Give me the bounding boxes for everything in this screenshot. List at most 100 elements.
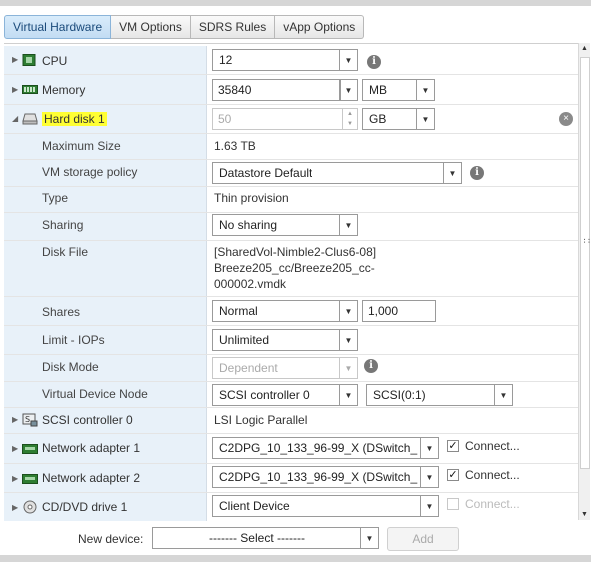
network-adapter-1-label: Network adapter 1 (42, 441, 141, 455)
expand-network-2-icon[interactable]: ▶ (12, 474, 18, 483)
chevron-down-icon: ▼ (420, 467, 438, 487)
memory-label: Memory (42, 83, 86, 97)
storage-policy-select[interactable]: Datastore Default ▼ (212, 162, 462, 184)
storage-policy-row: VM storage policy Datastore Default ▼ i (4, 160, 578, 187)
chevron-down-icon: ▼ (420, 496, 438, 516)
hard-disk-label: Hard disk 1 (42, 112, 107, 126)
network-1-connect-label: Connect... (465, 439, 520, 453)
expand-scsi-icon[interactable]: ▶ (12, 415, 18, 424)
scroll-up-icon[interactable]: ▲ (579, 45, 590, 52)
max-size-row: Maximum Size 1.63 TB (4, 134, 578, 160)
disk-mode-label: Disk Mode (42, 360, 99, 374)
vdn-slot-select[interactable]: SCSI(0:1) ▼ (366, 384, 513, 406)
shares-level-select[interactable]: Normal ▼ (212, 300, 358, 322)
limit-iops-label: Limit - IOPs (42, 333, 105, 347)
chevron-down-icon: ▼ (339, 301, 357, 321)
memory-unit-select[interactable]: MB ▼ (362, 79, 435, 101)
scsi-controller-row: ▶ S SCSI controller 0 LSI Logic Parallel (4, 408, 578, 434)
disk-file-row: Disk File [SharedVol-Nimble2-Clus6-08] B… (4, 241, 578, 297)
shares-value-input[interactable]: 1,000 (362, 300, 436, 322)
limit-iops-select[interactable]: Unlimited ▼ (212, 329, 358, 351)
vertical-scrollbar[interactable]: ▲ ▼ (578, 43, 590, 520)
network-2-select[interactable]: C2DPG_10_133_96-99_X (DSwitch_ ▼ (212, 466, 439, 488)
hard-disk-icon (22, 113, 38, 125)
virtual-device-node-label: Virtual Device Node (42, 387, 148, 401)
chevron-down-icon: ▼ (360, 528, 378, 548)
add-button[interactable]: Add (387, 527, 459, 551)
cpu-icon (22, 54, 36, 66)
max-size-label: Maximum Size (42, 139, 121, 153)
storage-policy-info-icon[interactable]: i (470, 166, 484, 180)
chevron-down-icon: ▼ (339, 50, 357, 70)
scsi-controller-value: LSI Logic Parallel (214, 413, 308, 427)
virtual-device-node-row: Virtual Device Node SCSI controller 0 ▼ … (4, 382, 578, 408)
svg-text:S: S (25, 415, 30, 424)
type-row: Type Thin provision (4, 187, 578, 213)
disk-mode-row: Disk Mode Dependent ▼ i (4, 355, 578, 382)
hard-disk-unit-select[interactable]: GB ▼ (362, 108, 435, 130)
disk-mode-info-icon[interactable]: i (364, 359, 378, 373)
network-2-connect-checkbox[interactable]: ✓ (447, 469, 459, 481)
storage-policy-label: VM storage policy (42, 165, 138, 179)
size-spinner[interactable]: ▲ ▼ (342, 109, 357, 129)
network-adapter-2-label: Network adapter 2 (42, 471, 141, 485)
chevron-down-icon: ▼ (339, 215, 357, 235)
cd-dvd-row: ▶ CD/DVD drive 1 Client Device ▼ Connect… (4, 493, 578, 521)
hard-disk-row: ◢ Hard disk 1 50 ▲ ▼ GB ▼ × (4, 105, 578, 134)
network-1-select[interactable]: C2DPG_10_133_96-99_X (DSwitch_ ▼ (212, 437, 439, 459)
disk-file-line-1: [SharedVol-Nimble2-Clus6-08] (214, 245, 377, 259)
memory-icon (22, 85, 38, 94)
network-adapter-icon (22, 474, 38, 484)
network-1-connect-checkbox[interactable]: ✓ (447, 440, 459, 452)
chevron-down-icon: ▼ (494, 385, 512, 405)
expand-memory-icon[interactable]: ▶ (12, 85, 18, 94)
shares-row: Shares Normal ▼ 1,000 (4, 297, 578, 326)
scrollbar-thumb[interactable] (580, 57, 590, 469)
chevron-down-icon: ▼ (420, 438, 438, 458)
memory-preset-dropdown[interactable]: ▼ (339, 79, 358, 101)
limit-iops-row: Limit - IOPs Unlimited ▼ (4, 326, 578, 355)
new-device-select[interactable]: ------- Select ------- ▼ (152, 527, 379, 549)
tab-virtual-hardware[interactable]: Virtual Hardware (4, 15, 112, 39)
network-2-connect-label: Connect... (465, 468, 520, 482)
tab-sdrs-rules[interactable]: SDRS Rules (190, 15, 276, 39)
cd-dvd-connect-checkbox[interactable] (447, 498, 459, 510)
tab-vm-options[interactable]: VM Options (111, 15, 191, 39)
expand-cd-dvd-icon[interactable]: ▶ (12, 503, 18, 512)
cd-dvd-connect-label: Connect... (465, 497, 520, 511)
chevron-down-icon: ▼ (416, 109, 434, 129)
scroll-down-icon[interactable]: ▼ (579, 511, 590, 518)
sharing-select[interactable]: No sharing ▼ (212, 214, 358, 236)
chevron-down-icon: ▼ (339, 330, 357, 350)
cpu-info-icon[interactable]: i (367, 55, 381, 69)
expand-network-1-icon[interactable]: ▶ (12, 444, 18, 453)
cd-dvd-icon (23, 500, 37, 514)
top-border (0, 0, 591, 6)
disk-mode-select[interactable]: Dependent ▼ (212, 357, 358, 379)
shares-label: Shares (42, 305, 81, 319)
tab-bar: Virtual Hardware VM Options SDRS Rules v… (4, 15, 365, 39)
type-label: Type (42, 191, 69, 205)
cd-dvd-select[interactable]: Client Device ▼ (212, 495, 439, 517)
cd-dvd-label: CD/DVD drive 1 (42, 500, 128, 514)
tab-vapp-options[interactable]: vApp Options (275, 15, 365, 39)
cpu-select[interactable]: 12 ▼ (212, 49, 358, 71)
expand-cpu-icon[interactable]: ▶ (12, 55, 18, 64)
memory-input[interactable]: 35840 (212, 79, 340, 101)
chevron-down-icon: ▼ (339, 80, 357, 100)
network-adapter-1-row: ▶ Network adapter 1 C2DPG_10_133_96-99_X… (4, 434, 578, 464)
resize-grip-icon[interactable]: :: (581, 238, 591, 244)
disk-file-line-2: Breeze205_cc/Breeze205_cc- (214, 261, 375, 275)
type-value: Thin provision (214, 191, 289, 205)
hard-disk-size-input[interactable]: 50 ▲ ▼ (212, 108, 358, 130)
bottom-border (0, 555, 591, 562)
remove-device-icon[interactable]: × (559, 112, 573, 126)
chevron-down-icon: ▼ (416, 80, 434, 100)
scsi-controller-label: SCSI controller 0 (42, 413, 133, 427)
vdn-controller-select[interactable]: SCSI controller 0 ▼ (212, 384, 358, 406)
max-size-value: 1.63 TB (214, 139, 256, 153)
memory-row: ▶ Memory 35840 ▼ MB ▼ (4, 75, 578, 105)
cpu-label: CPU (42, 54, 68, 68)
cpu-row: ▶ CPU 12 ▼ i (4, 46, 578, 75)
collapse-hard-disk-icon[interactable]: ◢ (12, 114, 18, 123)
